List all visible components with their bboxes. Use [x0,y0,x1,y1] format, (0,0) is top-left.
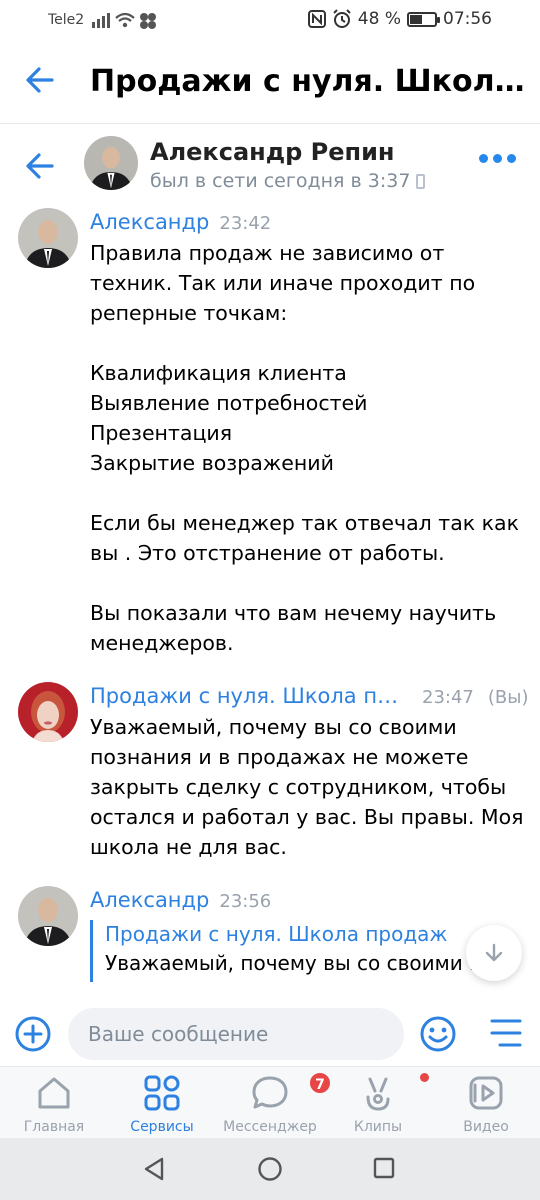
message-time: 23:47 [422,687,474,708]
bottom-nav: Главная Сервисы 7 Мессенджер Клипы Видео [0,1066,540,1138]
nav-label: Клипы [353,1119,403,1135]
clips-icon-wrap [358,1073,429,1113]
chat-header: Александр Репин был в сети сегодня в 3:3… [0,126,540,206]
top-header: Продажи с нуля. Школа продаж [0,40,540,124]
reply-quote[interactable]: Продажи с нуля. Школа продаж Уважаемый, … [90,920,520,982]
message-input[interactable] [68,1008,404,1060]
nav-messenger[interactable]: 7 Мессенджер [220,1071,332,1135]
system-home-icon[interactable] [257,1156,283,1182]
message-item: Продажи с нуля. Школа продаж 23:47 (Вы) … [18,682,538,872]
status-right: 48 % 07:56 [307,9,492,29]
message-item: Александр 23:56 Продажи с нуля. Школа пр… [18,886,538,998]
sender-avatar[interactable] [18,886,78,946]
message-author[interactable]: Александр [90,888,209,912]
sender-avatar[interactable] [18,682,78,742]
messenger-icon-wrap: 7 [250,1071,332,1113]
message-composer [0,1000,540,1066]
nav-label: Главная [23,1119,85,1135]
nav-label: Видео [463,1119,509,1135]
message-author[interactable]: Александр [90,210,209,234]
contact-status-text: был в сети сегодня в 3:37 [150,170,411,192]
carrier-label: Tele2 [48,12,85,28]
emoji-icon[interactable] [418,1014,458,1054]
message-header: Продажи с нуля. Школа продаж 23:47 (Вы) [90,684,528,708]
contact-status: был в сети сегодня в 3:37 [150,170,426,192]
message-text: Уважаемый, почему вы со своими познания … [90,715,530,859]
clock: 07:56 [443,9,492,29]
battery-percent: 48 % [357,9,401,29]
chat-avatar[interactable] [84,136,138,190]
reply-text: Уважаемый, почему вы со своими п [105,951,483,975]
sender-avatar[interactable] [18,208,78,268]
services-icon [144,1075,180,1111]
system-back-icon[interactable] [142,1156,166,1182]
contact-name[interactable]: Александр Репин [150,138,395,166]
keyboard-menu-icon[interactable] [488,1016,524,1050]
nav-label: Мессенджер [223,1119,317,1135]
reply-author: Продажи с нуля. Школа продаж [105,922,448,946]
back-arrow-icon[interactable] [22,62,58,98]
new-dot [420,1073,429,1082]
clips-icon [366,1077,390,1111]
message-header: Александр 23:56 [90,888,271,912]
mobile-icon [416,174,426,189]
arrow-down-icon [485,943,503,962]
video-icon [469,1076,503,1110]
alarm-icon [333,9,351,28]
message-time: 23:42 [219,213,272,234]
message-text: Правила продаж не зависимо от техник. Та… [90,241,519,655]
messenger-icon [252,1076,288,1109]
you-label: (Вы) [487,687,529,708]
message-item: Александр 23:42 Правила продаж не зависи… [18,208,538,668]
message-author[interactable]: Продажи с нуля. Школа продаж [90,684,408,708]
nav-label: Сервисы [130,1119,194,1135]
system-nav-bar [0,1138,540,1200]
chat-back-arrow-icon[interactable] [22,148,58,184]
message-header: Александр 23:42 [90,210,271,234]
signal-wifi-icon [92,12,156,29]
scroll-down-button[interactable] [466,925,522,981]
system-recents-icon[interactable] [372,1156,396,1180]
status-bar: Tele2 48 % 07:56 [0,0,540,40]
nav-home[interactable]: Главная [4,1073,104,1135]
nav-video[interactable]: Видео [436,1073,536,1135]
home-icon [38,1077,70,1109]
nav-clips[interactable]: Клипы [328,1073,429,1135]
nfc-icon [307,10,326,28]
battery-icon [407,11,440,27]
nav-services[interactable]: Сервисы [112,1073,212,1135]
message-time: 23:56 [219,891,272,912]
page-title: Продажи с нуля. Школа продаж [90,64,530,99]
add-attachment-icon[interactable] [14,1015,52,1053]
more-options-icon[interactable] [479,154,516,163]
